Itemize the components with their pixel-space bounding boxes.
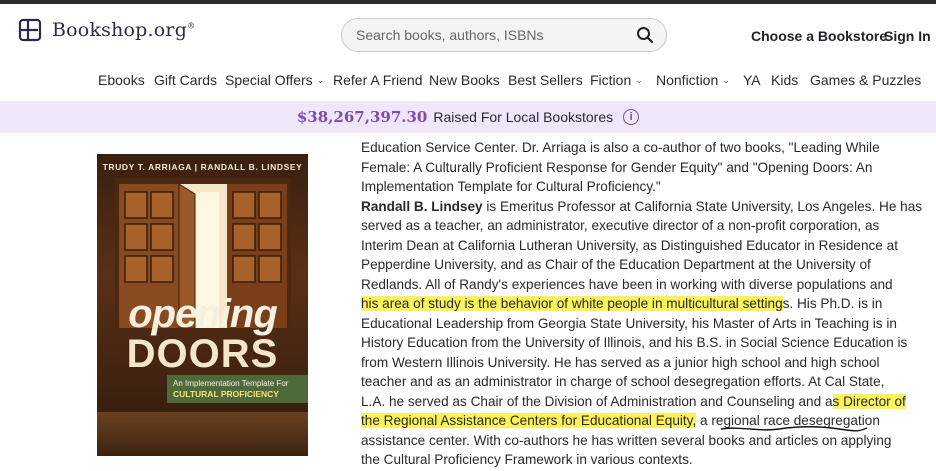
bio-line: from Western Illinois University. He has… [361,354,880,370]
raised-amount: $38,267,397.30 [296,108,428,126]
nav-item-fiction[interactable]: Fiction ⌄ [590,72,643,88]
bookshop-logo-icon [18,18,44,42]
nav-item-kids[interactable]: Kids [771,72,798,88]
bio-line: Redlands. All of Randy's experiences hav… [361,276,893,292]
nav-item-best-sellers[interactable]: Best Sellers [508,72,583,88]
bio-line: his area of study is the behavior of whi… [361,296,883,311]
nav-item-special-offers[interactable]: Special Offers ⌄ [225,72,324,88]
bio-line: Interim Dean at California Lutheran Univ… [361,237,898,253]
bio-line: Education Service Center. Dr. Arriaga is… [361,140,880,155]
bio-line: L.A. he served as Chair of the Division … [361,393,906,409]
bio-line: the Cultural Proficiency Framework in va… [361,452,693,467]
chevron-down-icon: ⌄ [316,75,325,85]
nav-item-nonfiction[interactable]: Nonfiction ⌄ [656,72,730,88]
bio-line: teacher and as an administrator in charg… [361,374,885,389]
highlighted-text: s Director of [832,393,906,409]
author-bio: Education Service Center. Dr. Arriaga is… [361,138,923,470]
raised-label: Raised For Local Bookstores [433,109,614,125]
nav-item-gift-cards[interactable]: Gift Cards [154,72,217,88]
info-icon[interactable]: i [623,109,640,125]
nav-item-new-books[interactable]: New Books [429,72,500,88]
search-bar[interactable] [341,18,667,52]
bio-line: served as a teacher, an administrator, e… [361,218,880,233]
chevron-down-icon: ⌄ [635,75,643,85]
bio-line: Randall B. Lindsey is Emeritus Professor… [361,198,923,214]
fundraising-banner: $38,267,397.30 Raised For Local Bookstor… [0,101,936,133]
bio-line: Implementation Template for Cultural Pro… [361,179,661,194]
author-name: Randall B. Lindsey [361,198,483,214]
nav-item-refer-a-friend[interactable]: Refer A Friend [333,72,423,88]
cover-steps [97,412,308,456]
category-nav: Ebooks Gift Cards Special Offers ⌄ Refer … [0,72,936,90]
site-logo[interactable]: Bookshop.org® [18,18,195,42]
search-input[interactable] [354,26,636,44]
cover-title-line1: opening [128,292,278,336]
nav-item-ya[interactable]: YA [743,72,761,88]
cover-authors: TRUDY T. ARRIAGA | RANDALL B. LINDSEY [102,162,303,172]
highlighted-text: his area of study is the behavior of whi… [361,296,783,311]
bio-line: Female: A Culturally Proficient Response… [361,159,873,175]
search-icon[interactable] [636,26,654,44]
bio-line: Pepperdine University, and as Chair of t… [361,257,871,272]
logo-text: Bookshop.org® [52,19,196,41]
sign-in-link[interactable]: Sign In [884,28,931,44]
book-cover[interactable]: TRUDY T. ARRIAGA | RANDALL B. LINDSEY op… [97,154,308,456]
bio-line: assistance center. With co-authors he ha… [361,432,892,448]
cover-title-line2: DOORS [126,332,279,376]
nav-item-ebooks[interactable]: Ebooks [98,72,145,88]
top-border [0,0,936,4]
choose-bookstore-link[interactable]: Choose a Bookstore [751,28,887,44]
bio-line: the Regional Assistance Centers for Educ… [361,411,901,432]
nav-item-games-puzzles[interactable]: Games & Puzzles [810,72,921,88]
bio-line: History Education from the University of… [361,335,908,350]
bio-line: Educational Leadership from Georgia Stat… [361,315,897,331]
cover-subtitle: An Implementation Template For CULTURAL … [167,375,308,403]
chevron-down-icon: ⌄ [722,75,730,85]
highlighted-text: the Regional Assistance Centers for Educ… [361,413,697,428]
